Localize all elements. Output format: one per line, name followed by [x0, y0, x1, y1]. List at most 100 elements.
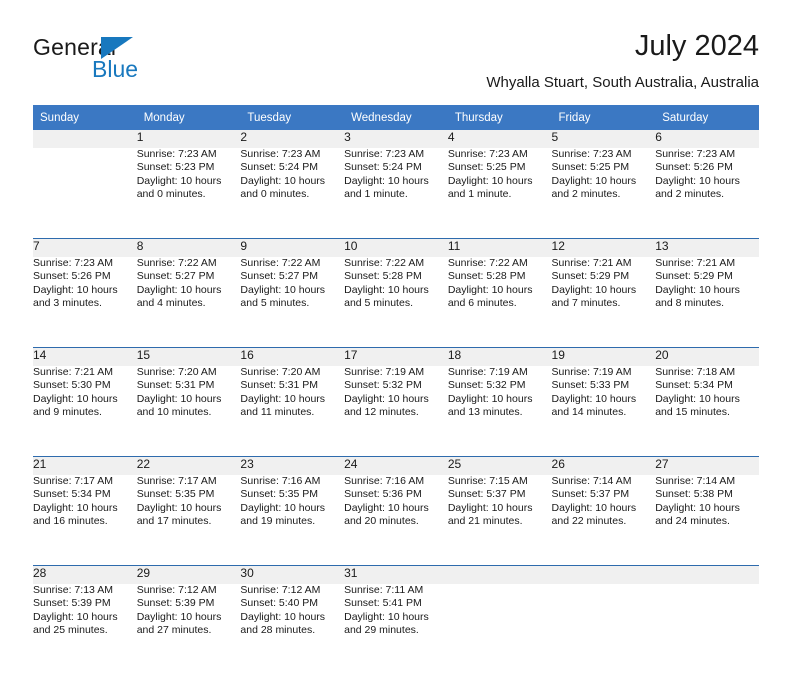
- day-detail-line: Daylight: 10 hours: [136, 610, 222, 623]
- day-detail-line: Sunrise: 7:22 AM: [344, 257, 425, 269]
- day-detail-line: Sunrise: 7:19 AM: [344, 366, 425, 378]
- day-detail-line: Sunrise: 7:21 AM: [551, 257, 632, 269]
- day-cell[interactable]: Sunrise: 7:15 AM Sunset: 5:37 PM Daylight:…: [447, 475, 552, 566]
- day-cell[interactable]: Sunrise: 7:23 AM Sunset: 5:25 PM Daylight:…: [447, 148, 552, 239]
- day-number[interactable]: 6: [655, 130, 759, 148]
- day-detail-line: and 14 minutes.: [551, 405, 627, 418]
- day-cell[interactable]: Sunrise: 7:23 AM Sunset: 5:26 PM Daylight:…: [655, 148, 759, 239]
- day-cell[interactable]: Sunrise: 7:23 AM Sunset: 5:25 PM Daylight:…: [551, 148, 656, 239]
- day-number[interactable]: 21: [33, 456, 137, 475]
- day-number[interactable]: 25: [447, 456, 552, 475]
- day-detail-line: Sunset: 5:31 PM: [136, 379, 215, 392]
- day-cell[interactable]: Sunrise: 7:20 AM Sunset: 5:31 PM Daylight:…: [240, 366, 345, 457]
- day-cell[interactable]: Sunrise: 7:23 AM Sunset: 5:23 PM Daylight:…: [136, 148, 241, 239]
- day-detail-line: Daylight: 10 hours: [655, 283, 740, 296]
- day-detail-line: and 0 minutes.: [240, 187, 310, 200]
- day-number[interactable]: 7: [33, 238, 137, 257]
- day-number[interactable]: 26: [551, 456, 656, 475]
- day-detail-line: Daylight: 10 hours: [447, 283, 533, 296]
- day-detail-line: Daylight: 10 hours: [447, 174, 533, 187]
- day-cell[interactable]: Sunrise: 7:21 AM Sunset: 5:29 PM Daylight:…: [655, 257, 759, 348]
- day-cell[interactable]: Sunrise: 7:19 AM Sunset: 5:32 PM Daylight:…: [447, 366, 552, 457]
- day-detail-line: and 17 minutes.: [136, 514, 212, 527]
- day-cell-empty: [551, 584, 656, 674]
- day-number[interactable]: 20: [655, 347, 759, 366]
- day-number[interactable]: 23: [240, 456, 345, 475]
- day-cell[interactable]: Sunrise: 7:23 AM Sunset: 5:24 PM Daylight:…: [344, 148, 448, 239]
- day-cell[interactable]: Sunrise: 7:12 AM Sunset: 5:39 PM Daylight:…: [136, 584, 241, 674]
- day-detail-line: and 24 minutes.: [655, 514, 730, 527]
- page-subtitle: Whyalla Stuart, South Australia, Austral…: [486, 74, 759, 91]
- day-cell[interactable]: Sunrise: 7:19 AM Sunset: 5:32 PM Daylight:…: [344, 366, 448, 457]
- day-detail-line: Sunset: 5:27 PM: [240, 270, 319, 283]
- day-detail-line: and 5 minutes.: [344, 296, 413, 309]
- day-number[interactable]: 13: [655, 238, 759, 257]
- week-row: Sunrise: 7:13 AM Sunset: 5:39 PM Daylight:…: [33, 584, 759, 674]
- day-number[interactable]: 24: [344, 456, 448, 475]
- day-number[interactable]: 30: [240, 565, 345, 584]
- day-number[interactable]: 9: [240, 238, 345, 257]
- day-detail-line: Daylight: 10 hours: [240, 392, 326, 405]
- day-cell[interactable]: Sunrise: 7:23 AM Sunset: 5:24 PM Daylight:…: [240, 148, 345, 239]
- day-cell[interactable]: Sunrise: 7:21 AM Sunset: 5:30 PM Daylight:…: [33, 366, 137, 457]
- day-cell[interactable]: Sunrise: 7:21 AM Sunset: 5:29 PM Daylight:…: [551, 257, 656, 348]
- day-cell[interactable]: Sunrise: 7:14 AM Sunset: 5:37 PM Daylight:…: [551, 475, 656, 566]
- day-detail-line: and 29 minutes.: [344, 623, 419, 636]
- day-detail-line: Sunrise: 7:14 AM: [551, 475, 632, 487]
- day-number[interactable]: 3: [344, 130, 448, 148]
- day-number[interactable]: 15: [136, 347, 241, 366]
- day-cell[interactable]: Sunrise: 7:17 AM Sunset: 5:35 PM Daylight:…: [136, 475, 241, 566]
- day-detail-line: Sunrise: 7:22 AM: [136, 257, 217, 269]
- brand-logo[interactable]: General Blue: [33, 34, 233, 92]
- day-cell[interactable]: Sunrise: 7:12 AM Sunset: 5:40 PM Daylight:…: [240, 584, 345, 674]
- day-cell[interactable]: Sunrise: 7:16 AM Sunset: 5:35 PM Daylight:…: [240, 475, 345, 566]
- day-cell[interactable]: Sunrise: 7:19 AM Sunset: 5:33 PM Daylight:…: [551, 366, 656, 457]
- day-number[interactable]: 18: [447, 347, 552, 366]
- day-cell[interactable]: Sunrise: 7:22 AM Sunset: 5:28 PM Daylight:…: [447, 257, 552, 348]
- day-detail-line: Sunrise: 7:23 AM: [551, 148, 632, 160]
- day-number[interactable]: 5: [551, 130, 656, 148]
- day-detail-line: Daylight: 10 hours: [344, 610, 429, 623]
- day-detail-line: Sunset: 5:25 PM: [447, 161, 526, 174]
- day-cell[interactable]: Sunrise: 7:13 AM Sunset: 5:39 PM Daylight:…: [33, 584, 137, 674]
- day-number-empty: [655, 565, 759, 584]
- day-cell[interactable]: Sunrise: 7:20 AM Sunset: 5:31 PM Daylight:…: [136, 366, 241, 457]
- day-cell[interactable]: Sunrise: 7:17 AM Sunset: 5:34 PM Daylight:…: [33, 475, 137, 566]
- day-detail-line: Sunrise: 7:23 AM: [344, 148, 425, 160]
- day-number[interactable]: 28: [33, 565, 137, 584]
- day-detail-line: Sunset: 5:39 PM: [33, 597, 111, 610]
- day-cell[interactable]: Sunrise: 7:11 AM Sunset: 5:41 PM Daylight:…: [344, 584, 448, 674]
- day-detail-line: and 5 minutes.: [240, 296, 310, 309]
- day-number[interactable]: 16: [240, 347, 345, 366]
- day-detail-line: Daylight: 10 hours: [655, 392, 740, 405]
- day-number[interactable]: 8: [136, 238, 241, 257]
- day-number[interactable]: 4: [447, 130, 552, 148]
- day-cell[interactable]: Sunrise: 7:22 AM Sunset: 5:28 PM Daylight:…: [344, 257, 448, 348]
- day-number[interactable]: 1: [136, 130, 241, 148]
- day-cell[interactable]: Sunrise: 7:22 AM Sunset: 5:27 PM Daylight:…: [240, 257, 345, 348]
- weekday-header-saturday: Saturday: [655, 105, 759, 130]
- day-number[interactable]: 17: [344, 347, 448, 366]
- day-number[interactable]: 19: [551, 347, 656, 366]
- day-cell[interactable]: Sunrise: 7:23 AM Sunset: 5:26 PM Daylight:…: [33, 257, 137, 348]
- day-number[interactable]: 14: [33, 347, 137, 366]
- calendar-page: General Blue July 2024 Whyalla Stuart, S…: [0, 0, 792, 674]
- day-number[interactable]: 10: [344, 238, 448, 257]
- day-number[interactable]: 11: [447, 238, 552, 257]
- day-number[interactable]: 2: [240, 130, 345, 148]
- day-detail-line: Sunset: 5:34 PM: [33, 488, 111, 501]
- day-number[interactable]: 12: [551, 238, 656, 257]
- day-number[interactable]: 22: [136, 456, 241, 475]
- day-number[interactable]: 27: [655, 456, 759, 475]
- day-cell[interactable]: Sunrise: 7:18 AM Sunset: 5:34 PM Daylight:…: [655, 366, 759, 457]
- day-number[interactable]: 31: [344, 565, 448, 584]
- day-detail-line: Sunrise: 7:22 AM: [240, 257, 321, 269]
- day-detail-line: Sunset: 5:30 PM: [33, 379, 111, 392]
- day-cell[interactable]: Sunrise: 7:14 AM Sunset: 5:38 PM Daylight:…: [655, 475, 759, 566]
- day-cell[interactable]: Sunrise: 7:22 AM Sunset: 5:27 PM Daylight:…: [136, 257, 241, 348]
- week-row: Sunrise: 7:21 AM Sunset: 5:30 PM Daylight:…: [33, 366, 759, 457]
- day-detail-line: Sunrise: 7:23 AM: [447, 148, 528, 160]
- day-number[interactable]: 29: [136, 565, 241, 584]
- day-detail-line: Daylight: 10 hours: [655, 501, 740, 514]
- day-cell[interactable]: Sunrise: 7:16 AM Sunset: 5:36 PM Daylight:…: [344, 475, 448, 566]
